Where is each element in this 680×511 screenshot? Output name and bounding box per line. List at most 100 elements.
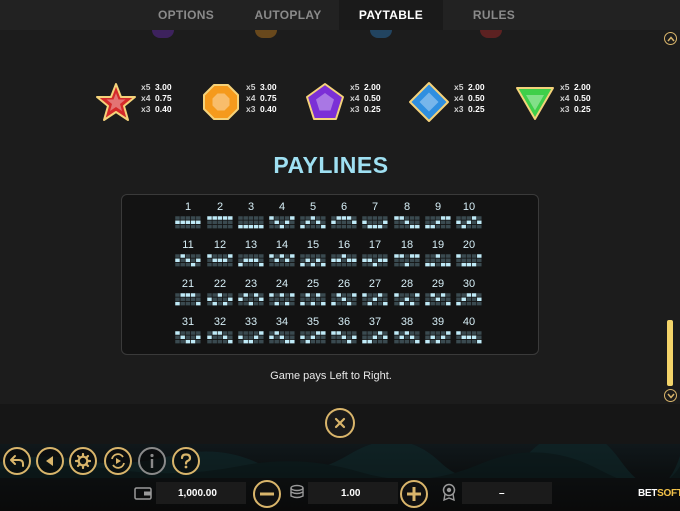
payline-number: 12	[213, 239, 227, 251]
payline-3: 3	[237, 201, 265, 235]
balance-value: 1,000.00	[178, 488, 217, 499]
payline-pattern	[238, 293, 264, 306]
payline-pattern	[269, 254, 295, 267]
decrease-bet-button[interactable]	[253, 480, 281, 508]
plus-icon	[407, 487, 421, 501]
payline-6: 6	[330, 201, 358, 235]
bet-value: 1.00	[341, 488, 361, 499]
pay-line: x5 2.00	[454, 82, 485, 93]
paylines-grid: 1 2 3 4 5 6 7 8 9 10 11 12 13 14 15 16 17 18 19 20 21 22 23 24 2…	[121, 194, 539, 355]
gear-icon	[75, 453, 91, 469]
payline-17: 17	[361, 239, 389, 273]
payline-number: 21	[181, 278, 195, 290]
tab-paytable[interactable]: PAYTABLE	[339, 0, 443, 30]
betsoft-logo: BETSOFT	[638, 488, 680, 499]
payline-4: 4	[268, 201, 296, 235]
win-cell	[462, 482, 552, 504]
pay-value: 3.00	[155, 82, 172, 92]
increase-bet-button[interactable]	[400, 480, 428, 508]
payline-number: 13	[244, 239, 258, 251]
close-button[interactable]	[325, 408, 355, 438]
pays-direction-note: Game pays Left to Right.	[270, 370, 392, 382]
payline-36: 36	[330, 316, 358, 350]
scroll-up-button[interactable]	[664, 32, 677, 45]
tab-options[interactable]: OPTIONS	[135, 0, 237, 30]
pay-value: 0.75	[155, 93, 172, 103]
pay-multiplier: x5	[141, 82, 151, 92]
pay-line: x5 3.00	[246, 82, 277, 93]
payline-30: 30	[455, 278, 483, 312]
payline-25: 25	[299, 278, 327, 312]
autoplay-button[interactable]	[104, 447, 132, 475]
payline-31: 31	[174, 316, 202, 350]
help-button[interactable]	[172, 447, 200, 475]
pay-multiplier: x3	[141, 104, 151, 114]
payline-10: 10	[455, 201, 483, 235]
win-value: –	[499, 488, 505, 499]
paytable-content: x5 3.00 x4 0.75 x3 0.40 x5 3.00 x4 0.75 x3 0.40 x5 2.…	[0, 30, 662, 404]
payline-1: 1	[174, 201, 202, 235]
symbol-pay-4: x5 2.00 x4 0.50 x3 0.25	[408, 76, 518, 126]
pay-value: 0.40	[155, 104, 172, 114]
tab-rules[interactable]: RULES	[443, 0, 545, 30]
payline-pattern	[425, 331, 451, 344]
pay-value: 0.50	[468, 93, 485, 103]
symbol-pays-row: x5 3.00 x4 0.75 x3 0.40 x5 3.00 x4 0.75 x3 0.40 x5 2.…	[0, 76, 662, 126]
pay-line: x4 0.75	[246, 93, 277, 104]
payline-pattern	[425, 254, 451, 267]
payline-pattern	[207, 293, 233, 306]
peek-symbol	[480, 30, 502, 38]
payline-number: 34	[275, 316, 289, 328]
tab-autoplay[interactable]: AUTOPLAY	[237, 0, 339, 30]
payline-40: 40	[455, 316, 483, 350]
undo-arrow-icon	[10, 455, 24, 467]
back-button[interactable]	[3, 447, 31, 475]
symbol-pay-values: x5 3.00 x4 0.75 x3 0.40	[246, 82, 277, 115]
pay-line: x5 3.00	[141, 82, 172, 93]
symbol-pay-values: x5 2.00 x4 0.50 x3 0.25	[454, 82, 485, 115]
payline-number: 6	[340, 201, 348, 213]
payline-27: 27	[361, 278, 389, 312]
pay-line: x3 0.40	[141, 104, 172, 115]
scroll-down-button[interactable]	[664, 389, 677, 402]
payline-pattern	[425, 293, 451, 306]
pay-multiplier: x3	[454, 104, 464, 114]
payline-pattern	[331, 216, 357, 229]
settings-button[interactable]	[69, 447, 97, 475]
payline-38: 38	[393, 316, 421, 350]
pay-line: x3 0.25	[560, 104, 591, 115]
payline-26: 26	[330, 278, 358, 312]
payline-number: 38	[400, 316, 414, 328]
pay-line: x5 2.00	[560, 82, 591, 93]
payline-pattern	[238, 216, 264, 229]
scrollbar-thumb[interactable]	[667, 320, 673, 386]
previous-button[interactable]	[36, 447, 64, 475]
payline-number: 4	[278, 201, 286, 213]
payline-pattern	[425, 216, 451, 229]
payline-number: 35	[306, 316, 320, 328]
payline-20: 20	[455, 239, 483, 273]
info-button[interactable]	[138, 447, 166, 475]
payline-pattern	[362, 293, 388, 306]
payline-34: 34	[268, 316, 296, 350]
payline-pattern	[238, 331, 264, 344]
payline-number: 19	[431, 239, 445, 251]
payline-pattern	[300, 293, 326, 306]
payline-number: 25	[306, 278, 320, 290]
payline-19: 19	[424, 239, 452, 273]
pay-multiplier: x4	[350, 93, 360, 103]
payline-pattern	[456, 331, 482, 344]
pay-line: x3 0.40	[246, 104, 277, 115]
pay-multiplier: x5	[560, 82, 570, 92]
payline-21: 21	[174, 278, 202, 312]
peek-symbol	[152, 30, 174, 38]
pay-multiplier: x3	[246, 104, 256, 114]
pay-value: 2.00	[468, 82, 485, 92]
payline-pattern	[331, 331, 357, 344]
payline-pattern	[394, 254, 420, 267]
payline-2: 2	[206, 201, 234, 235]
payline-35: 35	[299, 316, 327, 350]
info-icon	[150, 453, 154, 468]
payline-pattern	[269, 293, 295, 306]
payline-13: 13	[237, 239, 265, 273]
